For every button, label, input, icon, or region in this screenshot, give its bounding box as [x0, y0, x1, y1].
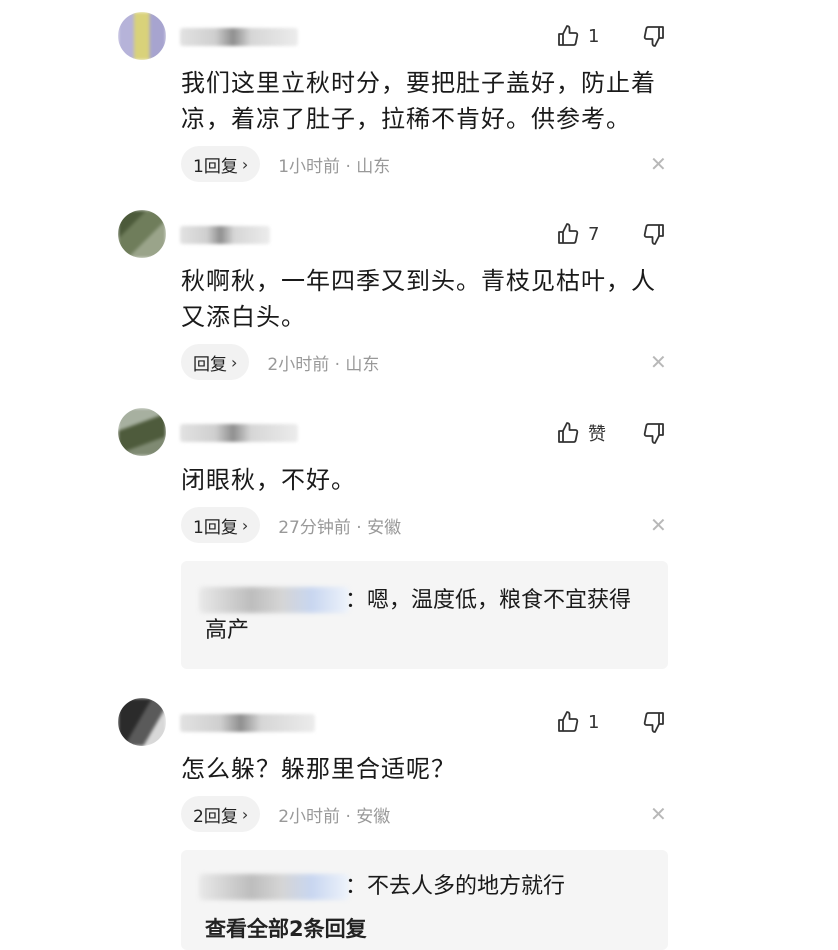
reply-label: 1回复 [193, 156, 238, 177]
timestamp-location: 1小时前 · 山东 [278, 156, 391, 177]
comment-meta: 回复 › 2小时前 · 山东 [181, 344, 379, 380]
like-button[interactable]: 1 [556, 710, 642, 734]
thumbs-down-icon [643, 712, 664, 733]
chevron-right-icon: › [241, 154, 249, 174]
dislike-button[interactable] [642, 710, 666, 734]
thumbs-up-icon [558, 25, 579, 46]
like-count: 1 [588, 711, 600, 733]
close-icon[interactable]: ✕ [650, 154, 667, 174]
close-icon[interactable]: ✕ [650, 515, 667, 535]
reply-button[interactable]: 1回复 › [181, 146, 261, 182]
reply-button[interactable]: 回复 › [181, 344, 250, 380]
timestamp-location: 2小时前 · 安徽 [278, 806, 391, 827]
sub-reply-text: ：嗯，温度低，粮食不宜获得高产 [205, 588, 632, 643]
thumbs-up-icon [558, 422, 579, 443]
username[interactable] [180, 714, 315, 732]
timestamp-location: 2小时前 · 山东 [267, 354, 380, 375]
like-button[interactable]: 赞 [556, 420, 642, 446]
username[interactable] [180, 424, 298, 442]
thumbs-down-icon [643, 26, 664, 47]
avatar[interactable] [118, 210, 166, 258]
username[interactable] [180, 28, 298, 46]
comment-list: 1 我们这里立秋时分，要把肚子盖好，防止着凉，着凉了肚子，拉稀不肯好。供参考。 … [0, 0, 838, 950]
sub-reply-box[interactable]: ：嗯，温度低，粮食不宜获得高产 [181, 561, 668, 669]
comment-meta: 1回复 › 27分钟前 · 安徽 [181, 507, 401, 543]
comment-text: 怎么躲？躲那里合适呢？ [181, 755, 456, 783]
like-label: 赞 [588, 424, 606, 445]
avatar[interactable] [118, 12, 166, 60]
comment-text: 闭眼秋，不好。 [181, 466, 356, 494]
timestamp-location: 27分钟前 · 安徽 [278, 517, 402, 538]
close-icon[interactable]: ✕ [650, 804, 667, 824]
like-button[interactable]: 7 [556, 222, 642, 246]
like-count: 7 [588, 223, 600, 245]
comment-text: 我们这里立秋时分，要把肚子盖好，防止着凉，着凉了肚子，拉稀不肯好。供参考。 [181, 69, 656, 133]
reply-label: 2回复 [193, 806, 238, 827]
comment-actions: 1 [556, 24, 666, 48]
reply-button[interactable]: 1回复 › [181, 507, 261, 543]
thumbs-up-icon [558, 223, 579, 244]
comment-actions: 赞 [556, 420, 666, 446]
reply-label: 回复 [193, 354, 227, 375]
comment-actions: 1 [556, 710, 666, 734]
comment-actions: 7 [556, 222, 666, 246]
avatar[interactable] [118, 698, 166, 746]
dislike-button[interactable] [642, 24, 666, 48]
avatar[interactable] [118, 408, 166, 456]
like-count: 1 [588, 25, 600, 47]
like-button[interactable]: 1 [556, 24, 642, 48]
reply-button[interactable]: 2回复 › [181, 796, 261, 832]
comment-meta: 2回复 › 2小时前 · 安徽 [181, 796, 390, 832]
username[interactable] [180, 226, 270, 244]
chevron-right-icon: › [241, 804, 249, 824]
see-all-replies-link[interactable]: 查看全部2条回复 [205, 913, 367, 943]
dislike-button[interactable] [642, 421, 666, 445]
reply-label: 1回复 [193, 517, 238, 538]
thumbs-down-icon [643, 224, 664, 245]
sub-reply-text: ：不去人多的地方就行 [345, 874, 566, 899]
chevron-right-icon: › [231, 352, 238, 372]
comment-text: 秋啊秋，一年四季又到头。青枝见枯叶，人又添白头。 [181, 267, 656, 331]
thumbs-down-icon [643, 423, 664, 444]
dislike-button[interactable] [642, 222, 666, 246]
thumbs-up-icon [558, 711, 579, 732]
comment-meta: 1回复 › 1小时前 · 山东 [181, 146, 390, 182]
chevron-right-icon: › [241, 515, 249, 535]
close-icon[interactable]: ✕ [650, 352, 667, 372]
